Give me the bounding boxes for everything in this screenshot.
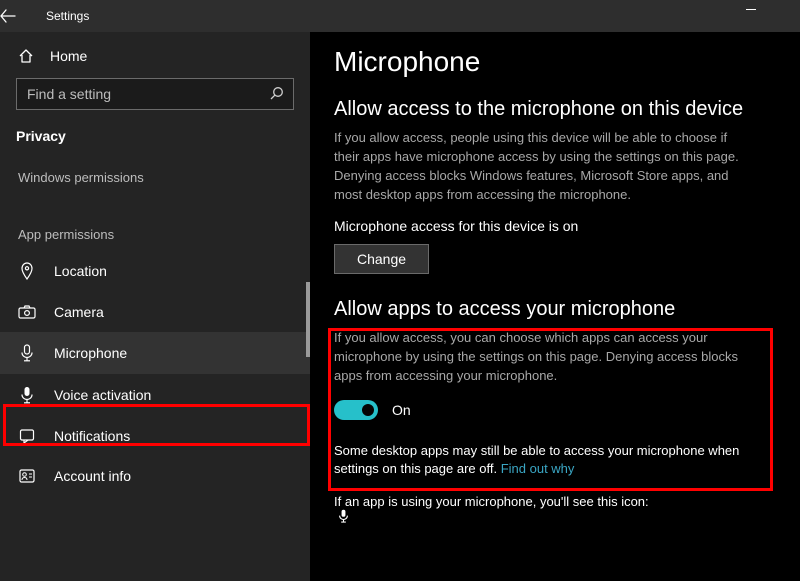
allow-apps-toggle[interactable] — [334, 400, 378, 420]
sidebar-category: Privacy — [16, 124, 294, 150]
sidebar-item-label: Account info — [54, 468, 131, 484]
sidebar-item-label: Voice activation — [54, 387, 151, 403]
sidebar-item-voice[interactable]: Voice activation — [0, 374, 310, 416]
search-input[interactable] — [16, 78, 294, 110]
account-icon — [18, 469, 36, 483]
titlebar: Settings — [0, 0, 800, 32]
sidebar-item-label: Microphone — [54, 345, 127, 361]
section1-desc: If you allow access, people using this d… — [334, 129, 754, 204]
section2-desc: If you allow access, you can choose whic… — [334, 329, 754, 386]
camera-icon — [18, 305, 36, 319]
voice-activation-icon — [18, 386, 36, 404]
search-icon — [270, 86, 284, 100]
section2-title: Allow apps to access your microphone — [334, 298, 776, 321]
sidebar-home[interactable]: Home — [16, 42, 294, 78]
sidebar-item-location[interactable]: Location — [0, 250, 310, 292]
arrow-left-icon — [0, 9, 16, 23]
find-out-why-link[interactable]: Find out why — [501, 461, 575, 476]
window-title: Settings — [40, 9, 89, 23]
minimize-button[interactable] — [746, 9, 756, 10]
sidebar: Home Privacy Windows permissions App per… — [0, 32, 310, 581]
home-icon — [18, 48, 34, 64]
sidebar-nav: Location Camera Microphone — [0, 250, 310, 496]
main-panel: Microphone Allow access to the microphon… — [310, 32, 800, 581]
change-button[interactable]: Change — [334, 244, 429, 274]
sidebar-item-notifications[interactable]: Notifications — [0, 416, 310, 456]
page-title: Microphone — [334, 46, 776, 78]
sidebar-item-label: Camera — [54, 304, 104, 320]
sidebar-group-app: App permissions — [0, 193, 310, 250]
sidebar-item-camera[interactable]: Camera — [0, 292, 310, 332]
sidebar-item-label: Location — [54, 263, 107, 279]
sidebar-group-windows: Windows permissions — [0, 150, 310, 193]
notifications-icon — [18, 428, 36, 444]
back-button[interactable] — [0, 9, 40, 23]
section1-title: Allow access to the microphone on this d… — [334, 98, 776, 121]
sidebar-home-label: Home — [50, 48, 87, 64]
microphone-indicator-icon — [338, 509, 349, 523]
location-icon — [18, 262, 36, 280]
microphone-icon — [18, 344, 36, 362]
device-access-status: Microphone access for this device is on — [334, 218, 776, 234]
toggle-label: On — [392, 402, 411, 418]
desktop-apps-note: Some desktop apps may still be able to a… — [334, 442, 764, 478]
sidebar-item-label: Notifications — [54, 428, 130, 444]
icon-note: If an app is using your microphone, you'… — [334, 494, 776, 523]
sidebar-item-account[interactable]: Account info — [0, 456, 310, 496]
sidebar-item-microphone[interactable]: Microphone — [0, 332, 310, 374]
